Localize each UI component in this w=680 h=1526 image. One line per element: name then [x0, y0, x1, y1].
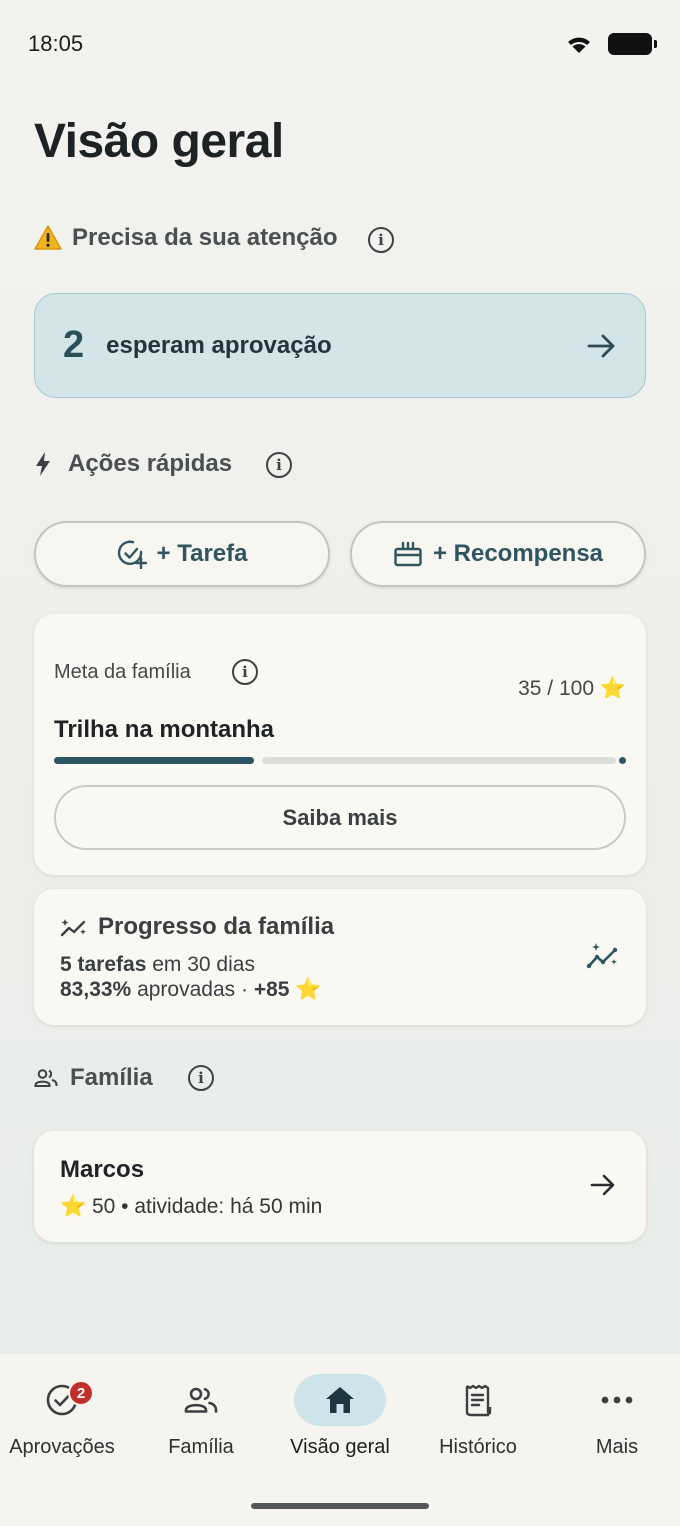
nav-more-label: Mais	[595, 1436, 639, 1458]
tasks-period: em 30 dias	[146, 953, 255, 976]
add-task-label: + Tarefa	[156, 540, 248, 567]
nav-approvals[interactable]: 2 Aprovações	[0, 1374, 130, 1474]
family-goal-card: Meta da família i 35 / 100 ⭐ Trilha na m…	[34, 614, 646, 875]
status-icons	[564, 32, 657, 56]
family-progress-approvals: 83,33% aprovadas · +85 ⭐	[60, 978, 321, 1002]
attention-header: Precisa da sua atenção	[34, 224, 337, 252]
family-progress-tasks: 5 tarefas em 30 dias	[60, 953, 255, 977]
member-meta: ⭐ 50 • atividade: há 50 min	[60, 1195, 323, 1218]
goal-progress-bar	[54, 757, 626, 764]
tasks-count: 5 tarefas	[60, 953, 147, 976]
family-progress-card[interactable]: Progresso da família 5 tarefas em 30 dia…	[34, 889, 646, 1025]
nav-family-label: Família	[168, 1436, 234, 1458]
approval-label: esperam aprovação	[106, 331, 332, 359]
home-indicator	[251, 1503, 429, 1509]
attention-info-icon[interactable]: i	[368, 227, 394, 253]
people-icon	[184, 1387, 218, 1413]
arrow-right-icon	[590, 1174, 615, 1196]
family-progress-header: Progresso da família	[60, 913, 334, 941]
more-horizontal-icon	[601, 1396, 633, 1404]
add-reward-button[interactable]: + Recompensa	[350, 521, 646, 587]
goal-info-icon[interactable]: i	[232, 659, 258, 685]
add-task-button[interactable]: + Tarefa	[34, 521, 330, 587]
status-bar: 18:05	[0, 0, 680, 88]
bottom-nav: 2 Aprovações Família Visão geral Históri…	[0, 1354, 680, 1526]
nav-overview-label: Visão geral	[290, 1436, 390, 1458]
family-header: Família	[34, 1064, 153, 1092]
goal-name: Trilha na montanha	[54, 716, 275, 743]
people-icon	[34, 1068, 58, 1088]
goal-points: 35 / 100 ⭐	[518, 677, 626, 700]
approved-label: aprovadas ·	[131, 978, 254, 1001]
member-card-marcos[interactable]: Marcos ⭐ 50 • atividade: há 50 min	[34, 1131, 646, 1242]
quick-actions-title: Ações rápidas	[68, 450, 233, 477]
quick-actions-header: Ações rápidas	[34, 450, 232, 478]
warning-icon	[34, 225, 62, 251]
goal-progress-remaining	[262, 757, 616, 764]
nav-overview-icon-wrap	[294, 1374, 386, 1426]
task-check-plus-icon	[117, 540, 147, 569]
nav-family-icon-wrap	[155, 1374, 247, 1426]
attention-title: Precisa da sua atenção	[72, 224, 338, 251]
approvals-badge: 2	[68, 1380, 94, 1406]
nav-overview[interactable]: Visão geral	[272, 1374, 408, 1474]
nav-approvals-label: Aprovações	[9, 1436, 115, 1458]
nav-more-icon-wrap	[571, 1374, 663, 1426]
family-title: Família	[70, 1064, 153, 1091]
member-name: Marcos	[60, 1156, 145, 1183]
quick-actions-info-icon[interactable]: i	[266, 452, 292, 478]
nav-approvals-icon-wrap: 2	[16, 1374, 108, 1426]
arrow-right-icon	[587, 334, 615, 357]
nav-family[interactable]: Família	[133, 1374, 269, 1474]
insights-icon	[586, 943, 618, 969]
bolt-icon	[34, 451, 52, 477]
goal-progress-end-dot	[619, 757, 626, 764]
learn-more-button[interactable]: Saiba mais	[54, 785, 626, 850]
nav-history-label: Histórico	[439, 1436, 517, 1458]
gift-card-icon	[394, 541, 422, 567]
points-earned: +85	[253, 978, 290, 1001]
receipt-icon	[465, 1384, 492, 1417]
add-reward-label: + Recompensa	[432, 540, 604, 567]
pending-approvals-card[interactable]: 2 esperam aprovação	[34, 293, 646, 398]
approved-percent: 83,33%	[60, 978, 132, 1001]
home-icon	[326, 1387, 354, 1413]
goal-progress-fill	[54, 757, 254, 764]
approval-count: 2	[63, 324, 85, 366]
family-info-icon[interactable]: i	[188, 1065, 214, 1091]
family-progress-title: Progresso da família	[98, 913, 335, 940]
nav-history[interactable]: Histórico	[410, 1374, 546, 1474]
nav-history-icon-wrap	[432, 1374, 524, 1426]
nav-more[interactable]: Mais	[549, 1374, 680, 1474]
goal-kicker: Meta da família	[54, 661, 191, 683]
points-star: ⭐	[289, 978, 322, 1001]
page-title: Visão geral	[34, 115, 284, 168]
sparkle-trend-icon	[60, 919, 86, 937]
battery-icon	[608, 33, 657, 55]
wifi-icon	[568, 37, 590, 53]
status-time: 18:05	[28, 31, 84, 56]
